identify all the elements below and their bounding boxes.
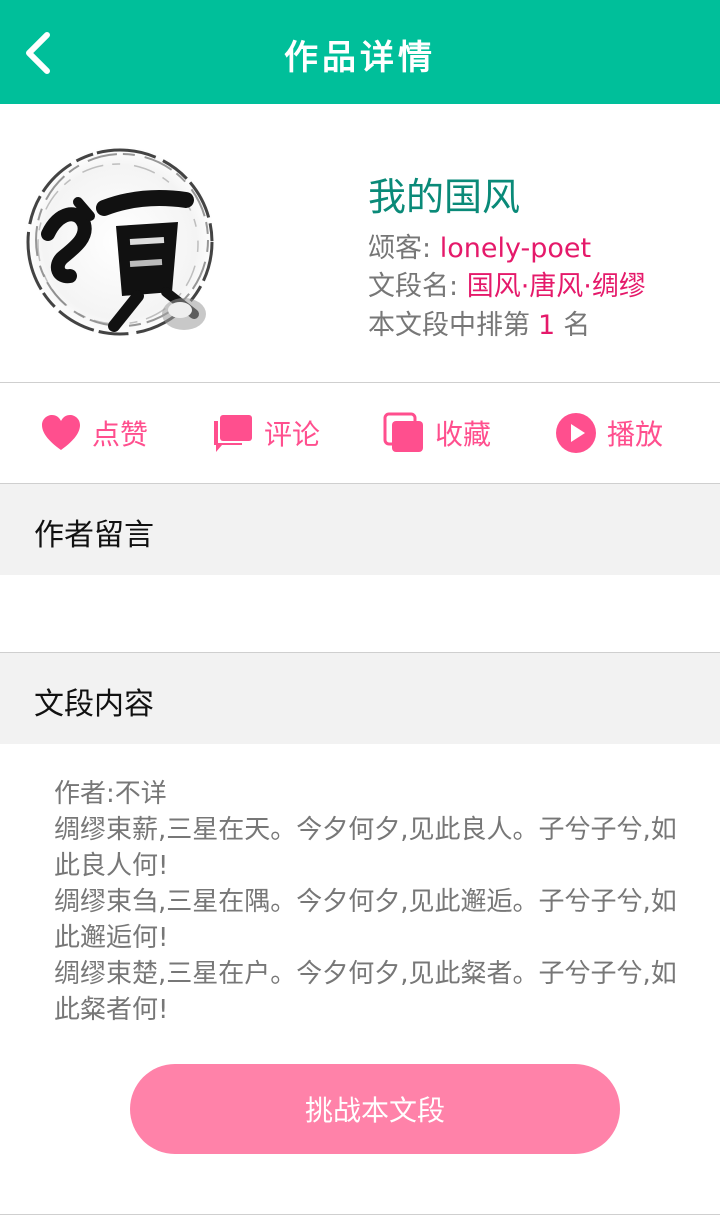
like-label: 点赞 <box>92 418 149 451</box>
work-info: 我的国风 颂客: lonely-poet 文段名: 国风·唐风·绸缪 本文段中排… <box>0 104 720 382</box>
author-message-header: 作者留言 <box>0 484 720 575</box>
segment-line: 文段名: 国风·唐风·绸缪 <box>368 264 646 303</box>
segment-label: 文段名: <box>368 271 459 302</box>
collection-icon <box>383 412 425 454</box>
segment-content-header: 文段内容 <box>0 653 720 744</box>
comment-button[interactable]: 评论 <box>212 383 320 483</box>
author-message-title: 作者留言 <box>34 518 154 553</box>
play-icon <box>555 412 597 454</box>
challenge-button[interactable]: 挑战本文段 <box>130 1064 620 1154</box>
rank-prefix: 本文段中排第 <box>368 310 530 341</box>
poet-line: 颂客: lonely-poet <box>368 226 591 265</box>
poet-name[interactable]: lonely-poet <box>440 233 591 264</box>
segment-content-title: 文段内容 <box>34 687 154 722</box>
comment-icon <box>212 412 254 454</box>
top-bar: 作品详情 <box>0 0 720 104</box>
comment-label: 评论 <box>264 418 321 451</box>
rank-suffix: 名 <box>563 310 591 341</box>
lyrics-stanza: 绸缪束薪,三星在天。今夕何夕,见此良人。子兮子兮,如此良人何! <box>54 815 677 881</box>
segment-name[interactable]: 国风·唐风·绸缪 <box>467 271 646 302</box>
collect-label: 收藏 <box>435 418 492 451</box>
rank-value: 1 <box>538 310 556 341</box>
work-title: 我的国风 <box>368 175 521 219</box>
lyrics-stanza: 绸缪束楚,三星在户。今夕何夕,见此粲者。子兮子兮,如此粲者何! <box>54 959 677 1025</box>
lyrics-text: 作者:不详 绸缪束薪,三星在天。今夕何夕,见此良人。子兮子兮,如此良人何! 绸缪… <box>54 776 678 1028</box>
rank-line: 本文段中排第 1 名 <box>368 303 590 342</box>
poet-label: 颂客: <box>368 233 432 264</box>
lyrics-author: 作者:不详 <box>54 779 167 809</box>
action-bar: 点赞 评论 收藏 播放 <box>0 383 720 483</box>
divider <box>0 1214 720 1215</box>
play-label: 播放 <box>607 418 664 451</box>
play-button[interactable]: 播放 <box>555 383 663 483</box>
collect-button[interactable]: 收藏 <box>383 383 491 483</box>
heart-icon <box>40 412 82 454</box>
page-title: 作品详情 <box>284 38 436 78</box>
ink-calligraphy-seal-image <box>18 142 222 346</box>
lyrics-stanza: 绸缪束刍,三星在隅。今夕何夕,见此邂逅。子兮子兮,如此邂逅何! <box>54 887 677 953</box>
like-button[interactable]: 点赞 <box>40 383 148 483</box>
